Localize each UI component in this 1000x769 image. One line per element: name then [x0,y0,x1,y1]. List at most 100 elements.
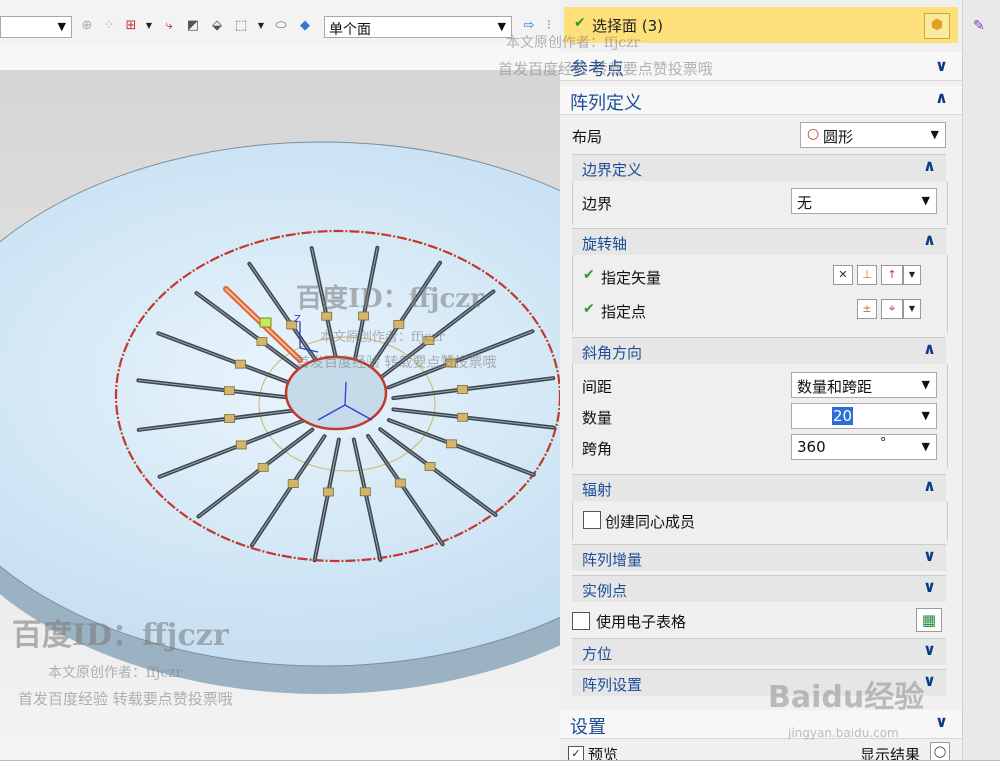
spoke-block [359,487,371,497]
chevron-up-icon: ∧ [935,88,948,107]
preview-checkbox[interactable]: ✓ [568,746,584,760]
chevron-down-icon: ▼ [921,409,930,422]
count-field[interactable]: 20 ▼ [791,403,937,429]
spoke-block [457,385,468,394]
spoke-block [257,462,269,472]
check-icon: ✔ [583,301,595,317]
box-select-icon[interactable]: ⬚ [232,17,250,35]
chevron-down-icon: ∨ [923,546,936,565]
snap-icon[interactable]: ⊕ [78,17,96,35]
brush-icon[interactable]: ✎ [973,18,985,34]
chevron-down-icon[interactable]: ▼ [903,265,921,285]
point-dialog-icon[interactable]: ± [857,299,877,319]
spoke-block [322,487,334,497]
body-rule-icon[interactable]: ⬙ [208,17,226,35]
spoke-block [287,479,299,488]
chevron-down-icon: ∨ [935,56,948,75]
cube-icon[interactable]: ◆ [296,17,314,35]
inferred-vector-icon[interactable]: ⊥ [857,265,877,285]
section-reference-point[interactable]: 参考点 ∨ [560,52,962,81]
chevron-down-icon: ▼ [921,194,930,207]
resource-bar: ✎ [962,0,1000,768]
subsection-instance-points[interactable]: 实例点 ∨ [572,575,946,602]
reverse-direction-icon[interactable]: ↑ [881,265,903,285]
specify-vector-label: 指定矢量 [601,269,662,287]
disk-top-face[interactable] [0,141,560,667]
subsection-boundary[interactable]: 边界定义 ∧ [572,154,946,181]
chevron-up-icon: ∧ [923,476,936,495]
specify-point-label: 指定点 [601,303,647,321]
subsection-rotation-axis[interactable]: 旋转轴 ∧ [572,228,946,255]
spreadsheet-icon[interactable]: ▦ [916,608,942,632]
chevron-down-icon[interactable]: ▼ [903,299,921,319]
face-rule-icon[interactable]: ◩ [184,17,202,35]
spoke-block [446,439,457,449]
span-angle-label: 跨角 [582,440,613,458]
vector-dialog-icon[interactable]: ✕ [833,265,853,285]
selection-filter-dropdown[interactable]: ▼ [0,16,72,38]
subsection-radiate[interactable]: 辐射 ∧ [572,474,946,501]
chevron-up-icon: ∧ [923,230,936,249]
snap-more-icon[interactable]: ⁝ [540,17,558,35]
subsection-array-settings[interactable]: 阵列设置 ∨ [572,669,946,696]
spoke-block [457,412,469,422]
boundary-label: 边界 [582,195,613,213]
inferred-point-icon[interactable]: ⌖ [881,299,903,319]
use-spreadsheet-label: 使用电子表格 [596,613,687,631]
count-label: 数量 [582,409,613,427]
chevron-down-icon[interactable]: ▼ [252,17,270,35]
arrow-right-icon[interactable]: ⇨ [520,17,538,35]
graphics-viewport[interactable]: Z [0,44,560,760]
section-settings[interactable]: 设置 ∨ [560,710,962,739]
chevron-down-icon: ▼ [921,440,930,453]
spoke-block [393,320,405,329]
boundary-dropdown[interactable]: 无 ▼ [791,188,937,214]
boundary-box: 边界 无 ▼ [572,181,948,225]
chevron-down-icon: ▼ [930,128,939,141]
spoke-block [394,478,406,488]
chevron-down-icon[interactable]: ▼ [140,17,158,35]
section-array-definition[interactable]: 阵列定义 ∧ [560,86,962,115]
chevron-down-icon: ▼ [497,20,506,33]
spacing-dropdown[interactable]: 数量和跨距 ▼ [791,372,937,398]
use-spreadsheet-checkbox[interactable] [572,612,590,630]
spoke-block [358,311,370,321]
select-face-label: 选择面 (3) [592,17,664,35]
view-icon[interactable]: ⬭ [272,17,290,35]
show-result-icon[interactable]: ◯ [930,742,950,760]
subsection-orientation[interactable]: 方位 ∨ [572,638,946,665]
chevron-down-icon: ▼ [921,378,930,391]
face-selection-icon[interactable]: ⬢ [924,13,950,39]
show-result-label: 显示结果 [860,746,921,760]
snap-point-icon[interactable]: ⁘ [100,17,118,35]
face-rule-dropdown[interactable]: 单个面 ▼ [324,16,512,38]
spoke-block [321,311,333,321]
center-hole [284,355,388,431]
svg-text:Z: Z [294,314,301,325]
spoke-block [224,414,235,423]
subsection-array-increment[interactable]: 阵列增量 ∨ [572,544,946,571]
model-view: Z [0,44,560,760]
pattern-dialog: ✔ 选择面 (3) ⬢ 参考点 ∨ 阵列定义 ∧ 布局 ○ 圆形 ▼ 边界定义 … [560,0,962,760]
rotation-axis-box: ✔ 指定矢量 ✕ ⊥ ↑ ▼ ✔ 指定点 ± ⌖ ▼ [572,255,948,333]
spoke-block [424,462,436,471]
chevron-down-icon: ∨ [923,577,936,596]
layout-dropdown[interactable]: ○ 圆形 ▼ [800,122,946,148]
preview-label: 预览 [588,746,619,760]
span-angle-field[interactable]: 360 ° ▼ [791,434,937,460]
spoke-block [223,386,235,396]
spoke-block [445,358,457,368]
curve-rule-icon[interactable]: ⤷ [160,17,178,35]
spoke-block [256,337,268,346]
point-filter-icon[interactable]: ⊞ [122,17,140,35]
create-concentric-checkbox[interactable] [583,511,601,529]
chevron-down-icon: ▼ [57,20,66,33]
check-icon: ✔ [574,15,586,31]
spoke-block [235,440,247,450]
circle-icon: ○ [807,126,820,142]
select-face-row[interactable]: ✔ 选择面 (3) ⬢ [564,7,958,43]
chevron-down-icon: ∨ [923,640,936,659]
chevron-down-icon: ∨ [935,712,948,731]
subsection-angular-direction[interactable]: 斜角方向 ∧ [572,337,946,364]
create-concentric-label: 创建同心成员 [605,513,696,531]
